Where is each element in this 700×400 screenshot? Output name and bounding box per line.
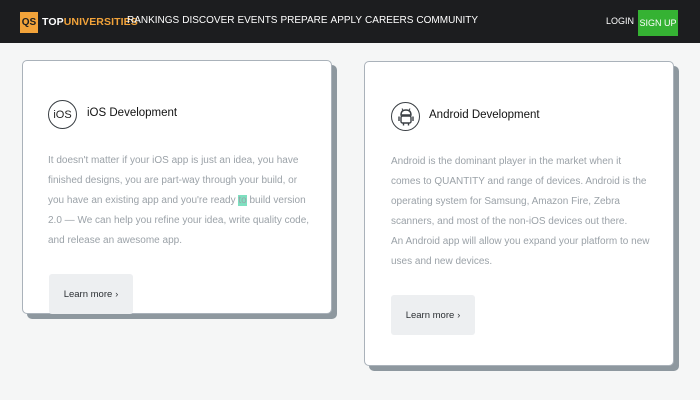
nav-discover[interactable]: DISCOVER: [182, 15, 234, 26]
main-nav: RANKINGS DISCOVER EVENTS PREPARE APPLY C…: [127, 15, 481, 26]
learn-more-label: Learn more: [63, 288, 113, 300]
nav-careers[interactable]: CAREERS: [365, 15, 413, 26]
nav-prepare[interactable]: PREPARE: [280, 15, 327, 26]
nav-community[interactable]: COMMUNITY: [416, 15, 478, 26]
site-logo[interactable]: QS TOPUNIVERSITIES: [20, 11, 138, 33]
android-development-card: Android Development Android is the domin…: [364, 61, 674, 366]
card-description: It doesn't matter if your iOS app is jus…: [48, 151, 310, 251]
card-title: Android Development: [429, 109, 540, 121]
card-paragraph: Android is the dominant player in the ma…: [391, 156, 647, 227]
ios-icon: iOS: [48, 100, 77, 129]
logo-wordmark: TOPUNIVERSITIES: [42, 16, 138, 28]
chevron-right-icon: ›: [115, 289, 119, 299]
login-link[interactable]: LOGIN: [606, 16, 634, 26]
nav-rankings[interactable]: RANKINGS: [127, 15, 179, 26]
learn-more-label: Learn more: [405, 309, 455, 321]
android-icon: [391, 102, 420, 131]
ios-icon-label: iOS: [53, 108, 72, 121]
learn-more-button[interactable]: Learn more ›: [49, 274, 133, 314]
ios-development-card: iOS iOS Development It doesn't matter if…: [22, 60, 332, 314]
learn-more-button[interactable]: Learn more ›: [391, 295, 475, 335]
card-title: iOS Development: [87, 107, 178, 119]
chevron-right-icon: ›: [457, 310, 461, 320]
top-navigation-bar: QS TOPUNIVERSITIES RANKINGS DISCOVER EVE…: [0, 0, 700, 43]
sign-up-button[interactable]: SIGN UP: [638, 10, 678, 36]
card-paragraph: An Android app will allow you expand you…: [391, 236, 650, 267]
android-robot-glyph: [397, 107, 414, 125]
card-description: Android is the dominant player in the ma…: [391, 152, 651, 272]
nav-apply[interactable]: APPLY: [331, 15, 363, 26]
qs-logo-badge: QS: [20, 11, 38, 33]
logo-wordmark-top: TOP: [42, 16, 64, 28]
nav-events[interactable]: EVENTS: [237, 15, 277, 26]
highlighted-text: to: [238, 195, 247, 206]
